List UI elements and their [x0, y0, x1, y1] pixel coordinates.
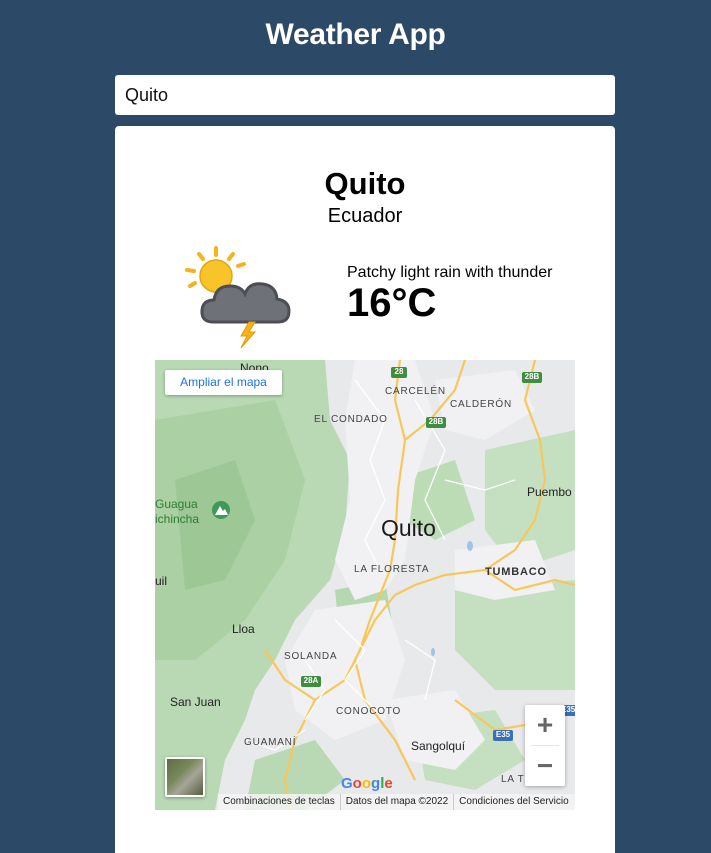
zoom-in-button[interactable]: + [525, 705, 565, 745]
map-label-quito: Quito [381, 515, 436, 541]
route-shield-28: 28 [394, 367, 404, 376]
zoom-out-button[interactable]: − [525, 746, 565, 786]
map-label-la-t: LA T [501, 774, 525, 785]
country-name: Ecuador [327, 205, 403, 227]
weather-card: Quito Ecuador Patchy light rain with thu… [115, 126, 615, 853]
route-shield-28a: 28A [303, 676, 319, 685]
map-label-solanda: SOLANDA [284, 651, 338, 662]
map-label-sangolqui: Sangolquí [411, 739, 466, 753]
location-map[interactable]: 28 28B 28B 28A E35 E35 Nono CARCELÉN CAL… [155, 360, 575, 810]
map-label-pichincha: ichincha [155, 512, 200, 526]
map-label-uil: uil [155, 574, 168, 588]
map-label-conocoto: CONOCOTO [336, 706, 402, 717]
map-label-tumbaco: TUMBACO [485, 566, 547, 578]
map-label-guagua: Guagua [155, 497, 198, 511]
map-label-carcelen: CARCELÉN [385, 386, 446, 397]
app-title: Weather App [265, 18, 446, 51]
temperature: 16°C [347, 281, 437, 325]
map-data-attribution: Datos del mapa ©2022 [341, 794, 455, 810]
map-label-san-juan: San Juan [170, 695, 221, 709]
terms-of-service-link[interactable]: Condiciones del Servicio [454, 794, 574, 810]
city-name: Quito [324, 166, 406, 201]
map-label-la-floresta: LA FLORESTA [354, 564, 430, 575]
map-tiles [155, 360, 575, 810]
city-search-input[interactable] [115, 75, 615, 115]
satellite-view-toggle[interactable] [165, 757, 205, 797]
route-shield-e35: E35 [495, 730, 511, 739]
map-label-calderon: CALDERÓN [450, 399, 512, 410]
map-footer: Combinaciones de teclas Datos del mapa ©… [218, 794, 575, 810]
map-label-lloa: Lloa [232, 622, 255, 636]
weather-app: Weather App Quito Ecuador Patchy light r… [0, 0, 711, 853]
map-label-guamani: GUAMANÍ [244, 737, 297, 748]
route-shield-28b: 28B [428, 417, 444, 426]
keyboard-shortcuts-link[interactable]: Combinaciones de teclas [218, 794, 341, 810]
sun-cloud-lightning-icon [185, 246, 291, 349]
enlarge-map-button[interactable]: Ampliar el mapa [165, 370, 282, 395]
weather-condition: Patchy light rain with thunder [347, 264, 553, 281]
route-shield-28b: 28B [524, 372, 540, 381]
zoom-controls: + − [525, 705, 565, 786]
map-label-puembo: Puembo [527, 485, 572, 499]
map-label-el-condado: EL CONDADO [314, 414, 388, 425]
google-logo: Google [341, 775, 393, 792]
